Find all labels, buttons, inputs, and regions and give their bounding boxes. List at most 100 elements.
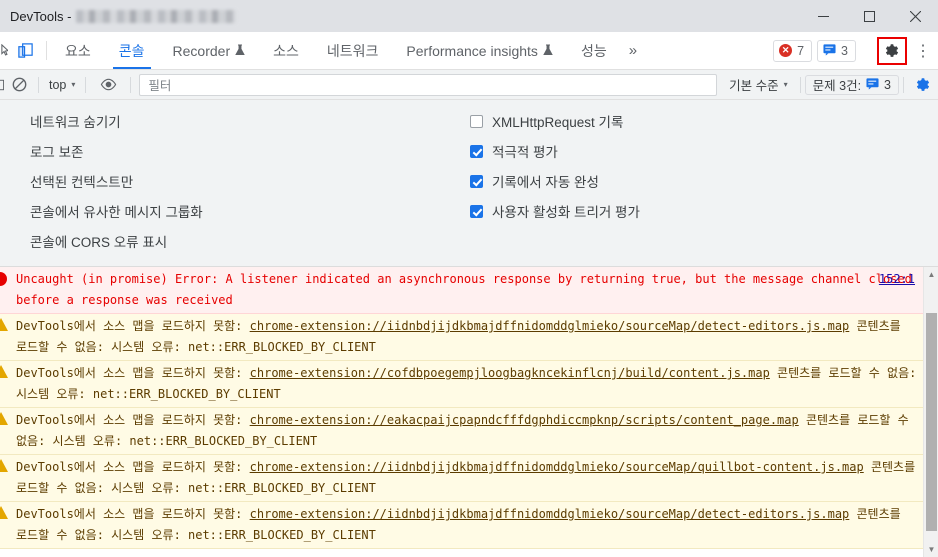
console-message-text: DevTools에서 소스 맵을 로드하지 못함: chrome-extensi…: [16, 410, 918, 452]
setting-label: 로그 보존: [30, 145, 84, 160]
source-map-link[interactable]: chrome-extension://iidnbdjijdkbmajdffnid…: [250, 507, 850, 521]
setting-group-similar[interactable]: 콘솔에서 유사한 메시지 그룹화: [0, 196, 470, 226]
log-level-value: 기본 수준: [729, 79, 779, 93]
tab-label: 콘솔: [118, 42, 145, 59]
tab-label: Performance insights: [406, 42, 538, 59]
minimize-button[interactable]: [800, 0, 846, 32]
error-count-badge[interactable]: ✕ 7: [773, 39, 813, 62]
console-message-warning[interactable]: DevTools에서 소스 맵을 로드하지 못함: chrome-extensi…: [0, 502, 938, 549]
console-message-text: DevTools에서 소스 맵을 로드하지 못함: chrome-extensi…: [16, 316, 918, 358]
error-circle-icon: [0, 272, 7, 286]
tab-console[interactable]: 콘솔: [105, 32, 159, 69]
message-prefix: DevTools에서 소스 맵을 로드하지 못함:: [16, 366, 250, 380]
checkbox-icon[interactable]: [470, 114, 483, 128]
console-message-warning[interactable]: DevTools에서 소스 맵을 로드하지 못함: chrome-extensi…: [0, 361, 938, 408]
javascript-context-selector[interactable]: top ▾: [43, 78, 81, 92]
console-message-warning[interactable]: DevTools에서 소스 맵을 로드하지 못함: chrome-extensi…: [0, 408, 938, 455]
more-options-icon[interactable]: ⋮: [914, 41, 932, 61]
speech-bubble-icon: [823, 43, 836, 59]
clear-console-icon[interactable]: [4, 70, 34, 99]
setting-selected-context-only[interactable]: 선택된 컨텍스트만: [0, 166, 470, 196]
message-prefix: DevTools에서 소스 맵을 로드하지 못함:: [16, 460, 250, 474]
live-expression-eye-icon[interactable]: [90, 70, 126, 99]
warning-triangle-icon: [0, 506, 8, 519]
message-prefix: DevTools에서 소스 맵을 로드하지 못함:: [16, 413, 250, 427]
tab-network[interactable]: 네트워크: [313, 32, 393, 69]
source-map-link[interactable]: chrome-extension://eakacpaijcpapndcfffdg…: [250, 413, 799, 427]
devtools-tab-bar: 요소 콘솔 Recorder 소스 네트워크 Performance insig…: [0, 32, 938, 70]
setting-eager-evaluation[interactable]: 적극적 평가: [470, 136, 938, 166]
console-settings-gear-icon[interactable]: [908, 77, 938, 93]
tab-recorder[interactable]: Recorder: [159, 32, 260, 69]
scroll-up-arrow-icon[interactable]: ▲: [927, 270, 936, 279]
devtools-window: DevTools - 요소 콘솔 Recorder 소스 네트워크 Perfor…: [0, 0, 938, 557]
checkbox-icon[interactable]: [470, 144, 483, 158]
source-location-link[interactable]: 152:1: [879, 269, 915, 290]
console-message-error[interactable]: Uncaught (in promise) Error: A listener …: [0, 267, 938, 314]
warning-triangle-icon: [0, 412, 8, 425]
setting-label: 콘솔에 CORS 오류 표시: [30, 235, 168, 250]
setting-label: 선택된 컨텍스트만: [30, 175, 134, 190]
setting-log-xmlhttprequests[interactable]: XMLHttpRequest 기록: [470, 106, 938, 136]
setting-label: 네트워크 숨기기: [30, 115, 121, 130]
setting-show-cors-errors[interactable]: 콘솔에 CORS 오류 표시: [0, 226, 470, 256]
tab-bar-right: ✕ 7 3 ⋮: [773, 32, 938, 69]
setting-label: 사용자 활성화 트리거 평가: [492, 205, 640, 220]
tab-elements[interactable]: 요소: [51, 32, 105, 69]
warning-triangle-icon: [0, 459, 8, 472]
more-tabs-button[interactable]: »: [621, 32, 645, 69]
settings-gear-button[interactable]: [877, 36, 907, 65]
maximize-button[interactable]: [846, 0, 892, 32]
console-message-text: DevTools에서 소스 맵을 로드하지 못함: chrome-extensi…: [16, 504, 918, 546]
tab-list: 요소 콘솔 Recorder 소스 네트워크 Performance insig…: [51, 32, 773, 69]
setting-autocomplete-from-history[interactable]: 기록에서 자동 완성: [470, 166, 938, 196]
console-vertical-scrollbar[interactable]: ▲ ▼: [923, 267, 938, 557]
close-button[interactable]: [892, 0, 938, 32]
error-circle-icon: ✕: [779, 44, 793, 57]
toolbar-divider: [903, 76, 904, 93]
toggle-device-toolbar-icon[interactable]: [8, 32, 42, 69]
setting-evaluate-triggers-user-activation[interactable]: 사용자 활성화 트리거 평가: [470, 196, 938, 226]
source-map-link[interactable]: chrome-extension://cofdbpoegempjloogbagk…: [250, 366, 770, 380]
setting-label: 기록에서 자동 완성: [492, 175, 599, 190]
tab-sources[interactable]: 소스: [259, 32, 313, 69]
source-map-link[interactable]: chrome-extension://iidnbdjijdkbmajdffnid…: [250, 460, 864, 474]
checkbox-icon[interactable]: [470, 174, 483, 188]
message-prefix: DevTools에서 소스 맵을 로드하지 못함:: [16, 319, 250, 333]
inspect-element-icon[interactable]: [0, 32, 8, 69]
console-filter-input[interactable]: 필터: [139, 73, 718, 96]
chevron-down-icon: ▾: [71, 80, 76, 89]
log-level-selector[interactable]: 기본 수준 ▾: [721, 75, 796, 94]
filter-placeholder: 필터: [148, 79, 172, 93]
setting-label: XMLHttpRequest 기록: [492, 115, 624, 130]
message-prefix: DevTools에서 소스 맵을 로드하지 못함:: [16, 507, 250, 521]
toolbar-divider: [38, 76, 39, 93]
warning-triangle-icon: [0, 365, 8, 378]
scrollbar-thumb[interactable]: [926, 313, 937, 531]
scroll-down-arrow-icon[interactable]: ▼: [927, 545, 936, 554]
speech-bubble-icon: [866, 77, 879, 93]
source-map-link[interactable]: chrome-extension://iidnbdjijdkbmajdffnid…: [250, 319, 850, 333]
message-count-value: 3: [841, 43, 848, 58]
tab-performance[interactable]: 성능: [567, 32, 621, 69]
tab-label: 요소: [65, 42, 91, 59]
message-count-badge[interactable]: 3: [817, 39, 856, 62]
setting-preserve-log[interactable]: 로그 보존: [0, 136, 470, 166]
console-message-text: DevTools에서 소스 맵을 로드하지 못함: chrome-extensi…: [16, 363, 918, 405]
redacted-url: [76, 9, 237, 23]
tab-label: 성능: [580, 42, 607, 59]
console-toolbar: top ▾ 필터 기본 수준 ▾ 문제 3건: 3: [0, 70, 938, 100]
issues-counter-button[interactable]: 문제 3건: 3: [804, 74, 899, 95]
toolbar-divider: [85, 76, 87, 93]
console-message-text: Uncaught (in promise) Error: A listener …: [16, 272, 912, 307]
console-message-warning[interactable]: DevTools에서 소스 맵을 로드하지 못함: chrome-extensi…: [0, 314, 938, 361]
tab-performance-insights[interactable]: Performance insights: [392, 32, 567, 69]
console-message-list[interactable]: Uncaught (in promise) Error: A listener …: [0, 267, 938, 557]
toolbar-divider: [799, 76, 801, 93]
title-bar: DevTools -: [0, 0, 938, 32]
checkbox-icon[interactable]: [470, 204, 483, 218]
context-value: top: [49, 77, 67, 92]
console-message-warning[interactable]: DevTools에서 소스 맵을 로드하지 못함: chrome-extensi…: [0, 455, 938, 502]
issues-label: 문제 3건:: [812, 79, 862, 93]
setting-hide-network[interactable]: 네트워크 숨기기: [0, 106, 470, 136]
